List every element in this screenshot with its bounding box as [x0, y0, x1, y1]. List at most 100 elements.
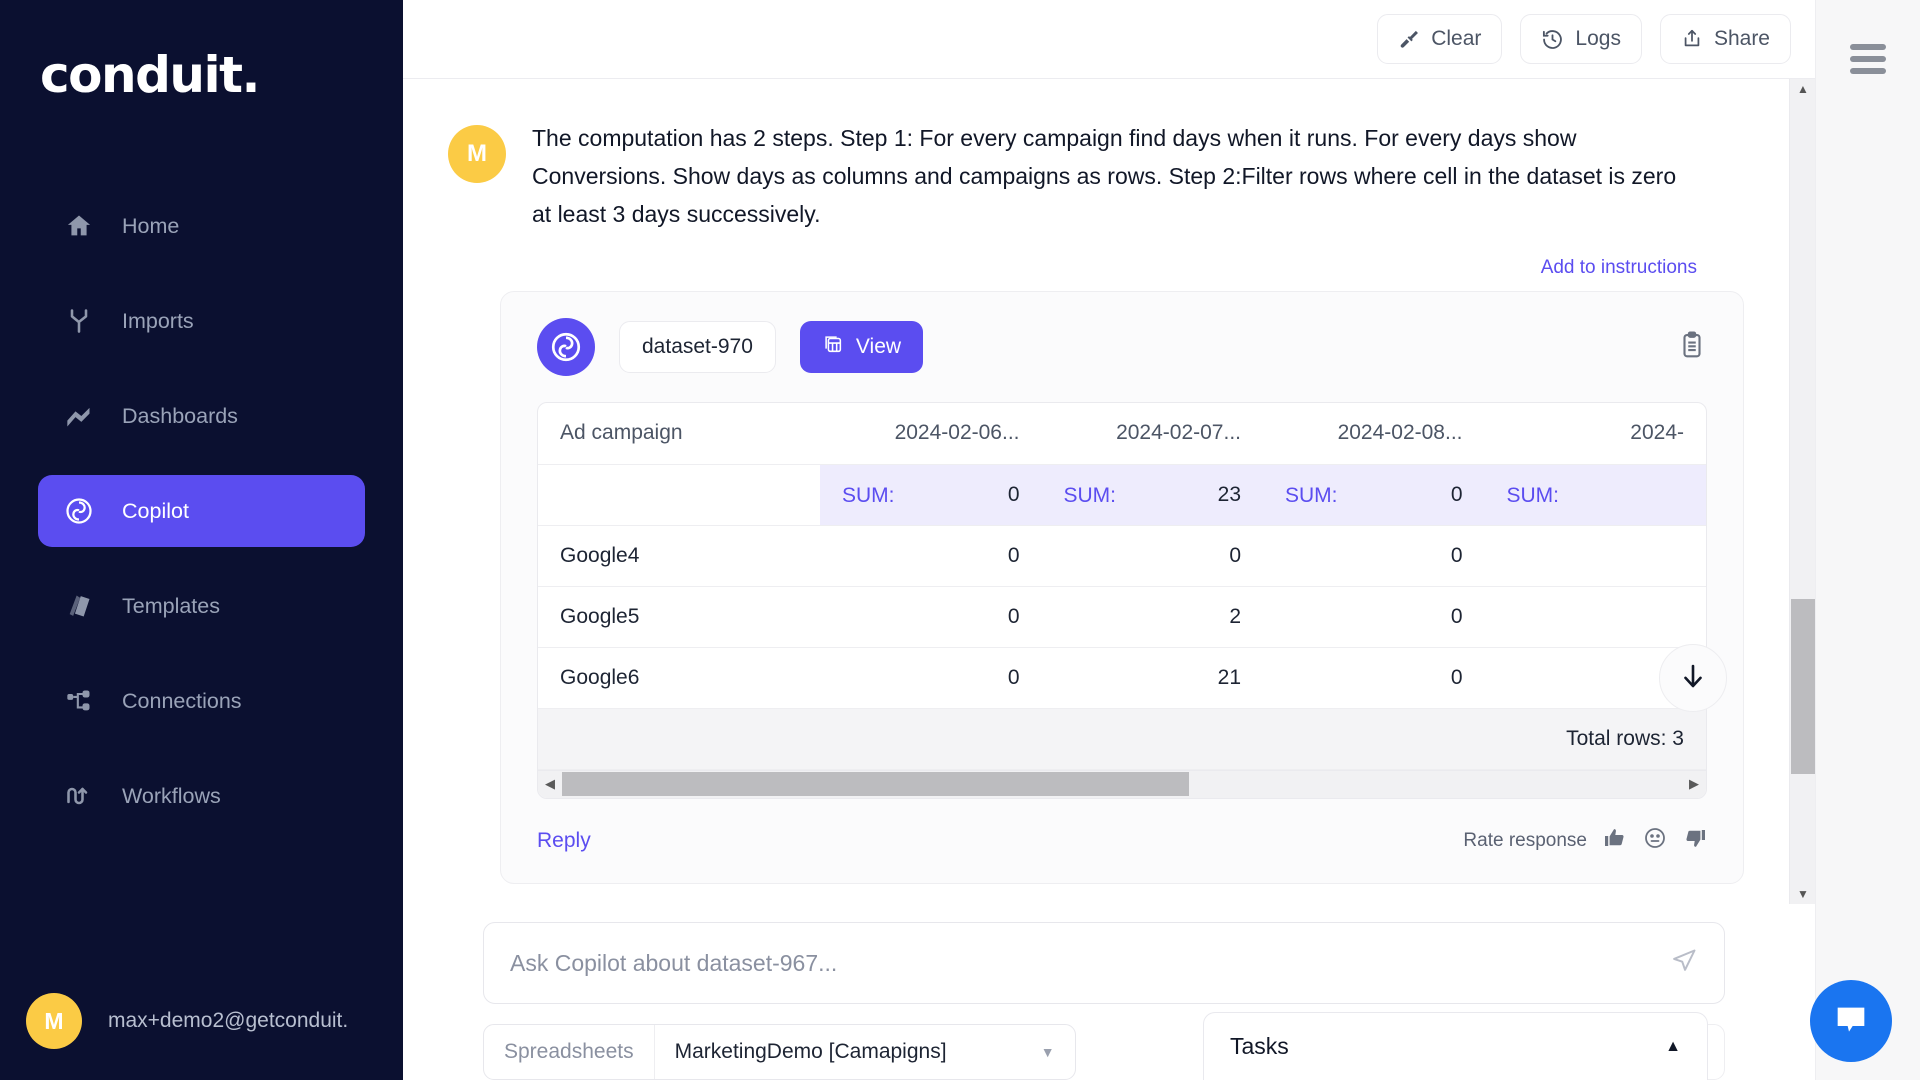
sidebar-item-label: Imports [122, 309, 194, 334]
hamburger-bar [1850, 56, 1886, 62]
total-rows-label: Total rows: 3 [1263, 708, 1706, 769]
ask-copilot-box[interactable] [483, 922, 1725, 1004]
sum-label: SUM: [1507, 465, 1560, 526]
home-icon [64, 211, 94, 241]
clear-button[interactable]: Clear [1377, 14, 1502, 64]
spreadsheet-value[interactable]: MarketingDemo [Camapigns] ▼ [655, 1024, 1075, 1080]
table-row[interactable]: Google5 0 2 0 [538, 586, 1706, 647]
column-header-date-1[interactable]: 2024-02-06... [820, 403, 1042, 464]
user-message-text: The computation has 2 steps. Step 1: For… [532, 119, 1682, 233]
column-header-date-4[interactable]: 2024- [1485, 403, 1707, 464]
cell-value: 0 [820, 586, 1042, 647]
share-button[interactable]: Share [1660, 14, 1791, 64]
table-row[interactable]: Google6 0 21 0 [538, 647, 1706, 708]
sidebar-user-account[interactable]: M max+demo2@getconduit. [0, 962, 403, 1080]
tasks-panel[interactable]: Tasks ▲ [1203, 1012, 1708, 1080]
table-icon [822, 333, 844, 361]
total-row-spacer [538, 708, 820, 769]
cell-value: 21 [1042, 647, 1264, 708]
sum-value: 23 [1218, 483, 1241, 506]
workflows-icon [64, 781, 94, 811]
clipboard-icon[interactable] [1677, 330, 1707, 365]
dataset-table-wrapper: Ad campaign 2024-02-06... 2024-02-07... … [537, 402, 1707, 799]
history-icon [1541, 28, 1564, 51]
toolbar: Clear Logs Share [403, 0, 1815, 79]
sum-label: SUM: [1064, 465, 1117, 526]
sum-value: 0 [1451, 483, 1463, 506]
dataset-name-chip[interactable]: dataset-970 [619, 321, 776, 373]
table-row[interactable]: Google4 0 0 0 [538, 525, 1706, 586]
cell-value: 0 [1263, 525, 1485, 586]
conversation-scroll-area: M The computation has 2 steps. Step 1: F… [403, 79, 1815, 904]
sidebar-item-label: Templates [122, 594, 220, 619]
cell-campaign: Google6 [538, 647, 820, 708]
hamburger-bar [1850, 68, 1886, 74]
sidebar-item-imports[interactable]: Imports [38, 285, 365, 357]
chevron-down-icon[interactable]: ▼ [1001, 1044, 1055, 1060]
cell-campaign: Google5 [538, 586, 820, 647]
chevron-up-icon[interactable]: ▲ [1665, 1038, 1681, 1056]
logs-button-label: Logs [1575, 27, 1621, 51]
sum-label: SUM: [1285, 465, 1338, 526]
table-head: Ad campaign 2024-02-06... 2024-02-07... … [538, 403, 1706, 464]
cell-value: 0 [820, 525, 1042, 586]
cell-value [1485, 586, 1707, 647]
cell-value: 0 [820, 647, 1042, 708]
table-header-row: Ad campaign 2024-02-06... 2024-02-07... … [538, 403, 1706, 464]
logs-button[interactable]: Logs [1520, 14, 1642, 64]
sidebar-item-dashboards[interactable]: Dashboards [38, 380, 365, 452]
column-header-campaign[interactable]: Ad campaign [538, 403, 820, 464]
cell-value [1485, 525, 1707, 586]
sidebar: conduit. Home Imports [0, 0, 403, 1080]
sum-value: 0 [1008, 483, 1020, 506]
scrollbar-track[interactable] [562, 770, 1682, 798]
user-message: M The computation has 2 steps. Step 1: F… [403, 119, 1789, 233]
scrollbar-thumb[interactable] [562, 772, 1189, 796]
sidebar-item-label: Home [122, 214, 179, 239]
aggregate-row-label [538, 464, 820, 525]
scroll-right-icon[interactable]: ▶ [1682, 776, 1706, 792]
sidebar-item-templates[interactable]: Templates [38, 570, 365, 642]
sidebar-item-home[interactable]: Home [38, 190, 365, 262]
sidebar-item-label: Connections [122, 689, 242, 714]
spreadsheet-value-label: MarketingDemo [Camapigns] [675, 1040, 947, 1064]
add-to-instructions-link[interactable]: Add to instructions [403, 257, 1789, 279]
avatar: M [26, 993, 82, 1049]
column-header-date-3[interactable]: 2024-02-08... [1263, 403, 1485, 464]
user-email-label: max+demo2@getconduit. [108, 1009, 348, 1033]
rate-response-group: Rate response [1463, 826, 1707, 855]
neutral-face-icon[interactable] [1643, 826, 1667, 855]
scroll-to-bottom-button[interactable] [1659, 644, 1727, 712]
table-aggregate-row: SUM: 0 SUM: 23 SUM: 0 [538, 464, 1706, 525]
chat-bubble-icon[interactable] [1810, 980, 1892, 1062]
share-icon [1681, 28, 1703, 50]
scroll-down-icon[interactable]: ▼ [1790, 887, 1815, 901]
column-header-date-2[interactable]: 2024-02-07... [1042, 403, 1264, 464]
sidebar-item-label: Workflows [122, 784, 221, 809]
scroll-left-icon[interactable]: ◀ [538, 776, 562, 792]
thumbs-up-icon[interactable] [1603, 826, 1627, 855]
table-horizontal-scrollbar[interactable]: ◀ ▶ [538, 770, 1706, 798]
aggregate-cell-1: SUM: 0 [820, 464, 1042, 525]
thumbs-down-icon[interactable] [1683, 826, 1707, 855]
table-body: SUM: 0 SUM: 23 SUM: 0 [538, 464, 1706, 769]
conversation-vertical-scrollbar[interactable]: ▲ ▼ [1789, 79, 1815, 904]
copilot-icon [64, 496, 94, 526]
sidebar-item-connections[interactable]: Connections [38, 665, 365, 737]
reply-link[interactable]: Reply [537, 829, 591, 853]
sidebar-item-copilot[interactable]: Copilot [38, 475, 365, 547]
send-icon[interactable] [1670, 947, 1698, 980]
sidebar-item-workflows[interactable]: Workflows [38, 760, 365, 832]
conversation: M The computation has 2 steps. Step 1: F… [403, 79, 1789, 904]
cell-value: 0 [1042, 525, 1264, 586]
templates-icon [64, 591, 94, 621]
view-button[interactable]: View [800, 321, 923, 373]
spreadsheet-selector[interactable]: Spreadsheets MarketingDemo [Camapigns] ▼ [483, 1024, 1076, 1080]
connections-icon [64, 686, 94, 716]
sidebar-item-label: Dashboards [122, 404, 238, 429]
scrollbar-thumb[interactable] [1791, 599, 1815, 774]
hamburger-icon[interactable] [1850, 44, 1886, 1080]
aggregate-cell-2: SUM: 23 [1042, 464, 1264, 525]
scroll-up-icon[interactable]: ▲ [1790, 82, 1815, 96]
search-input[interactable] [510, 950, 1670, 977]
